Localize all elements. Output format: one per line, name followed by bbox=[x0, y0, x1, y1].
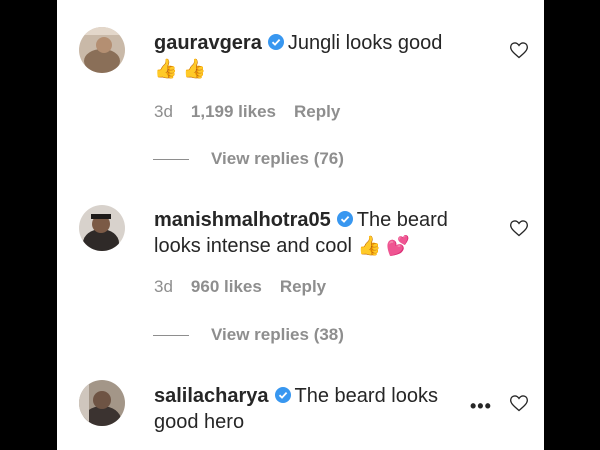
reply-button[interactable]: Reply bbox=[294, 102, 340, 122]
comment-text: manishmalhotra05 The beard looks intense … bbox=[154, 207, 484, 259]
verified-badge-icon bbox=[267, 34, 284, 50]
heart-outline-icon[interactable] bbox=[509, 218, 529, 238]
heart-outline-icon[interactable] bbox=[509, 40, 529, 60]
avatar[interactable] bbox=[79, 205, 125, 251]
likes-count[interactable]: 1,199 likes bbox=[191, 102, 276, 122]
divider bbox=[153, 158, 189, 160]
comment-text: gauravgera Jungli looks good 👍 👍 bbox=[154, 30, 484, 82]
username[interactable]: gauravgera bbox=[154, 32, 262, 54]
comment-meta: 3d 960 likes Reply bbox=[154, 277, 326, 297]
emoji: 👍 💕 bbox=[357, 236, 411, 257]
likes-count[interactable]: 960 likes bbox=[191, 277, 262, 297]
view-replies-label: View replies (38) bbox=[211, 325, 344, 344]
timestamp: 3d bbox=[154, 277, 173, 296]
verified-badge-icon bbox=[336, 211, 353, 227]
avatar[interactable] bbox=[79, 27, 125, 73]
comment-text: salilacharya The beard looks good hero bbox=[154, 383, 458, 435]
comments-panel: gauravgera Jungli looks good 👍 👍 3d 1,199… bbox=[57, 0, 544, 450]
heart-outline-icon[interactable] bbox=[509, 393, 529, 413]
emoji: 👍 👍 bbox=[154, 59, 207, 80]
divider bbox=[153, 334, 189, 336]
avatar[interactable] bbox=[79, 380, 125, 426]
view-replies-label: View replies (76) bbox=[211, 149, 344, 168]
comment-body: Jungli looks good bbox=[287, 32, 443, 54]
verified-badge-icon bbox=[274, 387, 291, 403]
timestamp: 3d bbox=[154, 102, 173, 121]
more-options-icon[interactable]: ••• bbox=[470, 396, 492, 417]
comment-meta: 3d 1,199 likes Reply bbox=[154, 102, 340, 122]
text-fade bbox=[441, 380, 467, 410]
username[interactable]: manishmalhotra05 bbox=[154, 209, 331, 231]
view-replies-button[interactable]: View replies (76) bbox=[153, 149, 344, 169]
reply-button[interactable]: Reply bbox=[280, 277, 326, 297]
username[interactable]: salilacharya bbox=[154, 385, 269, 407]
view-replies-button[interactable]: View replies (38) bbox=[153, 325, 344, 345]
